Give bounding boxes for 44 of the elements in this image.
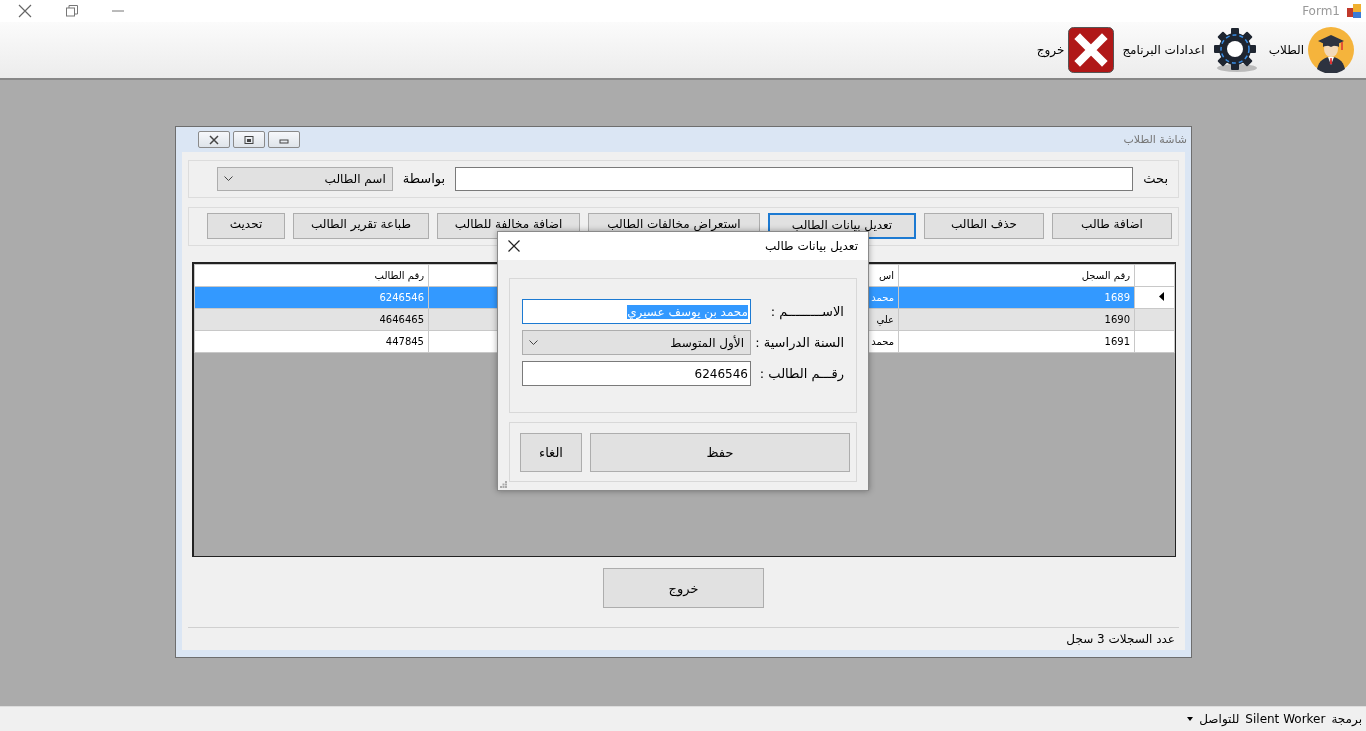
column-header[interactable]: رقم الطالب bbox=[194, 264, 429, 287]
contact-dropdown[interactable]: للتواصل bbox=[1199, 712, 1240, 726]
action-button[interactable]: تحديث bbox=[207, 213, 285, 240]
field-label: رقـــم الطالب : bbox=[759, 366, 844, 381]
caret-icon bbox=[1187, 717, 1194, 721]
table-cell: 1691 bbox=[898, 330, 1135, 353]
search-by-dropdown[interactable]: اسم الطالب bbox=[216, 166, 393, 191]
table-cell: 447845 bbox=[194, 330, 429, 353]
restore-icon[interactable] bbox=[66, 5, 78, 17]
close-icon bbox=[1068, 27, 1115, 73]
toolbar-button[interactable]: خروج bbox=[1036, 27, 1115, 73]
window-title: Form1 bbox=[1302, 4, 1340, 18]
restore-icon[interactable] bbox=[233, 131, 265, 148]
app-icon bbox=[1346, 3, 1362, 19]
action-button[interactable]: طباعة تقرير الطالب bbox=[293, 213, 429, 240]
toolbar-button[interactable]: اعدادات البرنامج bbox=[1122, 27, 1261, 73]
exit-button[interactable]: خروج bbox=[603, 568, 764, 608]
year-dropdown[interactable]: الأول المتوسط bbox=[522, 330, 751, 355]
search-by-label: بواسطة bbox=[402, 171, 446, 187]
column-header[interactable]: رقم السجل bbox=[898, 264, 1135, 287]
input-field[interactable]: 6246546 bbox=[522, 361, 751, 386]
table-cell: 1690 bbox=[898, 308, 1135, 331]
cancel-button[interactable]: الغاء bbox=[520, 432, 582, 472]
toolbar-button[interactable]: الطلاب bbox=[1268, 27, 1354, 73]
close-icon[interactable] bbox=[198, 131, 230, 148]
status-text: برمجة bbox=[1331, 712, 1362, 726]
chevron-icon bbox=[529, 340, 538, 345]
close-icon[interactable] bbox=[508, 240, 520, 252]
graduate-icon bbox=[1308, 27, 1354, 73]
table-cell: 4646465 bbox=[194, 308, 429, 331]
search-field[interactable] bbox=[455, 166, 1134, 191]
chevron-icon bbox=[223, 176, 233, 182]
window-title: شاشة الطلاب bbox=[1123, 133, 1187, 146]
table-cell: 6246546 bbox=[194, 286, 429, 309]
save-button[interactable]: حفظ bbox=[590, 432, 850, 472]
field-label: السنة الدراسية : bbox=[755, 335, 844, 350]
search-label: بحث bbox=[1143, 171, 1168, 187]
action-button[interactable]: حذف الطالب bbox=[924, 213, 1044, 240]
resize-grip-icon bbox=[500, 481, 507, 488]
action-button[interactable]: اضافة طالب bbox=[1052, 213, 1172, 240]
table-cell: 1689 bbox=[898, 286, 1135, 309]
status-text: Silent Worker bbox=[1245, 712, 1326, 726]
dialog-title: تعديل بيانات طالب bbox=[764, 239, 858, 253]
record-count: عدد السجلات 3 سجل bbox=[1066, 632, 1175, 646]
